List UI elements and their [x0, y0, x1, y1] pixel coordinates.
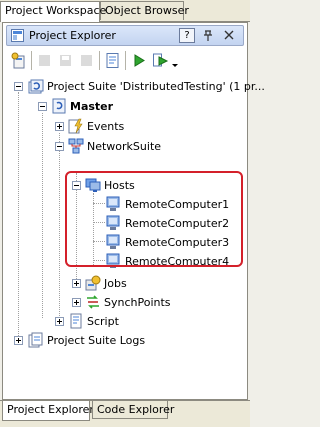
- tree-item-label: Project Suite 'DistributedTesting' (1 pr…: [47, 80, 265, 93]
- tab-label: Project Explorer: [7, 403, 94, 416]
- script-icon: [70, 313, 82, 329]
- pin-icon: [204, 30, 212, 41]
- run-test-icon[interactable]: [152, 52, 169, 69]
- tree-item-label: Project Suite Logs: [47, 334, 146, 347]
- logs-icon: [28, 332, 43, 348]
- tree-item-label: Script: [87, 315, 119, 328]
- synchpoints-icon: [87, 295, 99, 309]
- pin-button[interactable]: [200, 28, 216, 43]
- tree-item-project-suite[interactable]: Project Suite 'DistributedTesting' (1 pr…: [3, 77, 265, 96]
- tab-code-explorer[interactable]: Code Explorer: [92, 401, 174, 419]
- top-tab-bar: Project Workspace Object Browser: [0, 0, 250, 22]
- close-button[interactable]: [221, 28, 237, 43]
- jobs-icon: [85, 275, 101, 291]
- expand-toggle[interactable]: [55, 122, 64, 131]
- collapse-toggle[interactable]: [38, 102, 47, 111]
- properties-icon[interactable]: [104, 52, 121, 69]
- help-button[interactable]: ?: [179, 28, 195, 43]
- copy-icon[interactable]: [78, 52, 95, 69]
- tree-item-label: Master: [70, 100, 114, 113]
- add-item-icon[interactable]: [11, 52, 28, 69]
- tree-item-networksuite[interactable]: NetworkSuite: [3, 137, 249, 156]
- expand-toggle[interactable]: [14, 336, 23, 345]
- tab-label: Code Explorer: [97, 403, 175, 416]
- project-tree: Project Suite 'DistributedTesting' (1 pr…: [3, 77, 265, 397]
- project-suite-icon: [28, 79, 44, 94]
- tab-project-workspace[interactable]: Project Workspace: [0, 1, 106, 22]
- save-icon[interactable]: [57, 52, 74, 69]
- tree-item-project-suite-logs[interactable]: Project Suite Logs: [3, 331, 249, 350]
- events-icon: [68, 118, 83, 134]
- expand-toggle[interactable]: [55, 317, 64, 326]
- tab-object-browser[interactable]: Object Browser: [100, 1, 189, 20]
- project-explorer-panel: Project Explorer ? Project Suite 'Distri…: [2, 22, 265, 400]
- collapse-toggle[interactable]: [14, 82, 23, 91]
- close-icon: [224, 30, 234, 40]
- tab-project-explorer[interactable]: Project Explorer: [2, 401, 94, 421]
- explorer-toolbar: [7, 49, 243, 73]
- project-icon: [52, 98, 66, 114]
- tree-item-label: Jobs: [104, 277, 127, 290]
- edit-icon[interactable]: [36, 52, 53, 69]
- panel-title: Project Explorer: [29, 29, 116, 42]
- tree-item-script[interactable]: Script: [3, 312, 249, 331]
- help-icon: ?: [184, 30, 190, 41]
- expand-toggle[interactable]: [72, 298, 81, 307]
- toolbar-separator: [31, 51, 32, 70]
- collapse-toggle[interactable]: [55, 142, 64, 151]
- tab-label: Object Browser: [105, 4, 189, 17]
- tree-item-master[interactable]: Master: [3, 97, 249, 116]
- tree-item-label: SynchPoints: [104, 296, 171, 309]
- toolbar-separator: [99, 51, 100, 70]
- project-explorer-icon: [11, 29, 24, 42]
- tree-item-events[interactable]: Events: [3, 117, 249, 136]
- tab-label: Project Workspace: [5, 4, 107, 17]
- bottom-tab-bar: Project Explorer Code Explorer: [0, 400, 250, 427]
- toolbar-separator: [125, 51, 126, 70]
- run-icon[interactable]: [130, 52, 147, 69]
- tree-item-label: Events: [87, 120, 125, 133]
- network-suite-icon: [68, 138, 84, 154]
- tree-item-jobs[interactable]: Jobs: [3, 274, 249, 293]
- tree-item-synchpoints[interactable]: SynchPoints: [3, 293, 249, 312]
- hosts-highlight-frame: [65, 171, 243, 267]
- expand-toggle[interactable]: [72, 279, 81, 288]
- dropdown-icon[interactable]: [171, 52, 179, 69]
- tree-item-label: NetworkSuite: [87, 140, 162, 153]
- project-explorer-header: Project Explorer ?: [6, 25, 244, 46]
